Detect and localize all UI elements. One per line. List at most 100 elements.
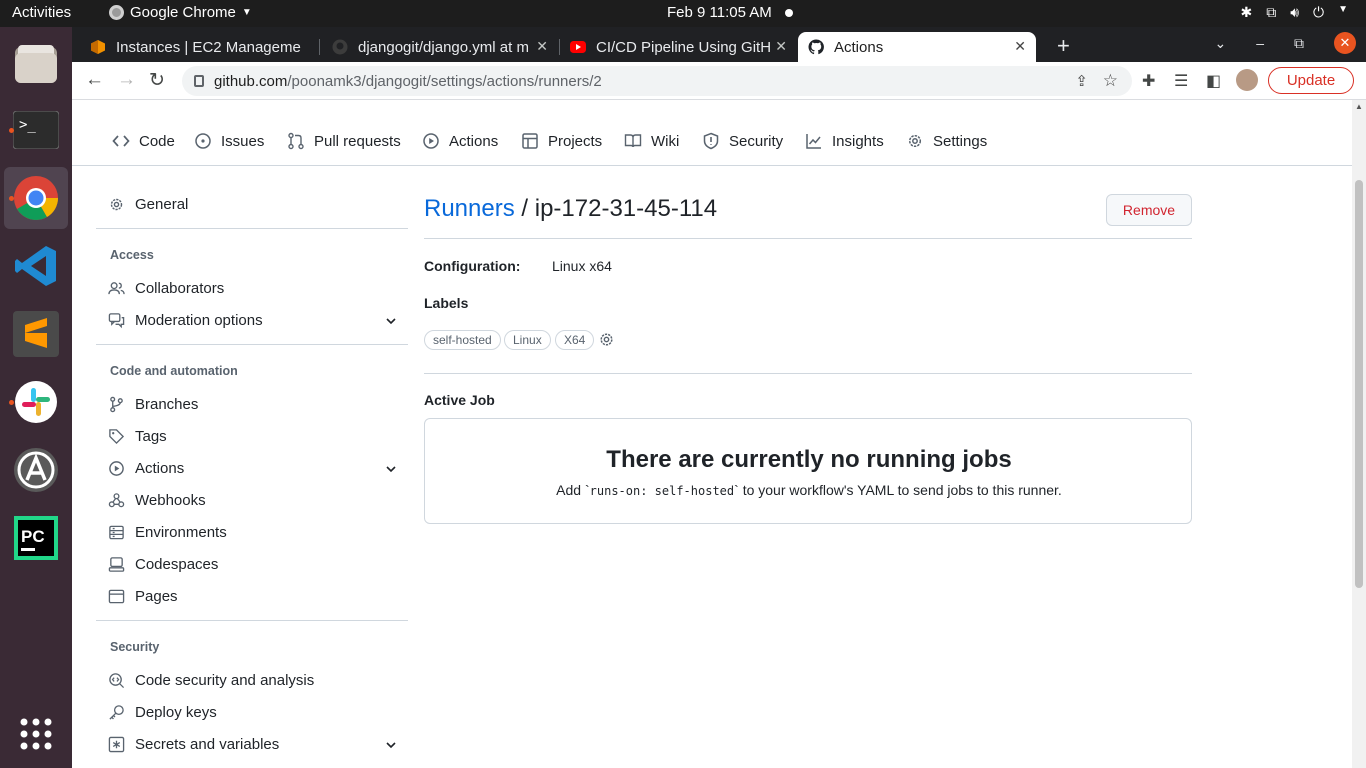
tab-code[interactable]: Code bbox=[112, 132, 175, 150]
sidebar-heading-security: Security bbox=[110, 640, 160, 654]
clock[interactable]: Feb 9 11:05 AM bbox=[667, 4, 772, 21]
profile-avatar[interactable] bbox=[1236, 69, 1258, 91]
url-path: /poonamk3/djangogit/settings/actions/run… bbox=[287, 72, 602, 90]
breadcrumb-runners[interactable]: Runners bbox=[424, 195, 515, 222]
sublime-icon bbox=[13, 311, 59, 357]
lock-icon[interactable] bbox=[194, 75, 204, 87]
sidebar-item-branches[interactable]: Branches bbox=[108, 396, 398, 413]
network-icon[interactable]: ⧉ bbox=[1266, 4, 1276, 21]
tab-security[interactable]: Security bbox=[702, 132, 783, 150]
reload-button[interactable]: ↻ bbox=[149, 69, 165, 92]
github-icon bbox=[808, 39, 824, 55]
pull-request-icon bbox=[288, 132, 304, 150]
close-tab-icon[interactable]: ✕ bbox=[536, 38, 548, 55]
update-button[interactable]: Update bbox=[1268, 67, 1354, 94]
shield-icon bbox=[703, 132, 719, 150]
sidebar-item-pages[interactable]: Pages bbox=[108, 588, 398, 605]
blankslate-title: There are currently no running jobs bbox=[606, 446, 1012, 473]
tab-label: Pull requests bbox=[314, 132, 401, 150]
media-queue-icon[interactable]: ☰ bbox=[1174, 71, 1188, 91]
sidebar-item-general[interactable]: General bbox=[108, 196, 398, 213]
tab-label: Issues bbox=[221, 132, 265, 150]
dock-ubuntu-software[interactable] bbox=[4, 439, 68, 501]
chevron-down-icon[interactable] bbox=[384, 738, 398, 752]
bookmark-star-icon[interactable]: ☆ bbox=[1103, 71, 1118, 91]
dock-show-applications[interactable] bbox=[4, 703, 68, 765]
vscode-icon bbox=[15, 246, 56, 286]
label-badge: self-hosted bbox=[424, 330, 501, 350]
sidebar-item-actions[interactable]: Actions bbox=[108, 460, 398, 477]
side-panel-icon[interactable]: ◧ bbox=[1206, 71, 1221, 91]
scroll-up-arrow-icon[interactable]: ▲ bbox=[1355, 102, 1363, 111]
label-badge: Linux bbox=[504, 330, 551, 350]
tab-issues[interactable]: Issues bbox=[194, 132, 264, 150]
tab-settings[interactable]: Settings bbox=[906, 132, 987, 150]
running-indicator bbox=[9, 128, 14, 133]
close-tab-icon[interactable]: ✕ bbox=[775, 38, 787, 55]
sidebar-item-environments[interactable]: Environments bbox=[108, 524, 398, 541]
tab-actions[interactable]: Actions ✕ bbox=[798, 32, 1036, 62]
sidebar-item-moderation-options[interactable]: Moderation options bbox=[108, 312, 398, 329]
chevron-down-icon[interactable] bbox=[384, 314, 398, 328]
sidebar-item-webhooks[interactable]: Webhooks bbox=[108, 492, 398, 509]
caret-down-icon[interactable]: ▼ bbox=[1338, 4, 1348, 21]
edit-labels-gear-icon[interactable] bbox=[598, 331, 615, 348]
scrollbar-thumb[interactable] bbox=[1355, 180, 1363, 588]
sidebar-divider bbox=[96, 620, 408, 621]
tab-django-yml[interactable]: djangogit/django.yml at m ✕ bbox=[322, 32, 558, 62]
dock-pycharm[interactable]: PC bbox=[4, 507, 68, 569]
sidebar-item-label: Branches bbox=[135, 396, 199, 413]
app-menu[interactable]: Google Chrome ▼ bbox=[109, 4, 252, 21]
dock-google-chrome[interactable] bbox=[4, 167, 68, 229]
sidebar-item-secrets-variables[interactable]: Secrets and variables bbox=[108, 736, 398, 753]
share-icon[interactable]: ⇪ bbox=[1075, 72, 1088, 90]
sidebar-item-tags[interactable]: Tags bbox=[108, 428, 398, 445]
chrome-app-icon bbox=[109, 5, 124, 20]
power-icon[interactable]: ⏻ bbox=[1313, 4, 1324, 21]
active-job-blankslate: There are currently no running jobs Add … bbox=[424, 418, 1192, 524]
dock-terminal[interactable]: >_ bbox=[4, 99, 68, 161]
activities-button[interactable]: Activities bbox=[12, 4, 71, 21]
forward-button[interactable]: → bbox=[117, 69, 136, 91]
tab-cicd-youtube[interactable]: CI/CD Pipeline Using GitH ✕ bbox=[560, 32, 797, 62]
sidebar-item-code-security[interactable]: Code security and analysis bbox=[108, 672, 398, 689]
tab-actions[interactable]: Actions bbox=[422, 132, 498, 150]
slack-tray-icon[interactable]: ✱ bbox=[1240, 4, 1252, 21]
tab-pull-requests[interactable]: Pull requests bbox=[287, 132, 401, 150]
back-button[interactable]: ← bbox=[85, 69, 104, 91]
new-tab-button[interactable]: + bbox=[1057, 33, 1070, 59]
tab-search-chevron-icon[interactable]: ⌄ bbox=[1214, 35, 1226, 52]
sidebar-item-codespaces[interactable]: Codespaces bbox=[108, 556, 398, 573]
extensions-puzzle-icon[interactable]: ✚ bbox=[1142, 71, 1155, 91]
maximize-button[interactable]: ⧉ bbox=[1294, 35, 1304, 52]
dock-vscode[interactable] bbox=[4, 235, 68, 297]
webhook-icon bbox=[108, 493, 125, 508]
sidebar-item-collaborators[interactable]: Collaborators bbox=[108, 280, 398, 297]
gear-icon bbox=[110, 198, 123, 211]
terminal-icon: >_ bbox=[13, 111, 59, 149]
configuration-value: Linux x64 bbox=[552, 258, 612, 274]
tab-wiki[interactable]: Wiki bbox=[624, 132, 679, 150]
volume-icon[interactable]: 🔊︎ bbox=[1290, 4, 1299, 21]
chevron-down-icon[interactable] bbox=[384, 462, 398, 476]
page-scrollbar[interactable]: ▲ bbox=[1352, 100, 1366, 768]
dock-slack[interactable] bbox=[4, 371, 68, 433]
sidebar-item-deploy-keys[interactable]: Deploy keys bbox=[108, 704, 398, 721]
labels-heading: Labels bbox=[424, 295, 469, 311]
tab-insights[interactable]: Insights bbox=[805, 132, 884, 150]
sidebar-item-label: Environments bbox=[135, 524, 227, 541]
dock-files[interactable] bbox=[4, 33, 68, 95]
dock-sublime-text[interactable] bbox=[4, 303, 68, 365]
minimize-button[interactable]: – bbox=[1256, 35, 1264, 51]
close-window-button[interactable]: ✕ bbox=[1334, 32, 1356, 54]
more-menu-icon[interactable]: ⋮ bbox=[1359, 70, 1366, 90]
address-bar[interactable]: github.com /poonamk3/djangogit/settings/… bbox=[182, 66, 1132, 96]
table-icon bbox=[522, 133, 538, 149]
window-controls: ⌄ – ⧉ ✕ bbox=[1214, 32, 1356, 54]
system-tray[interactable]: ✱ ⧉ 🔊︎ ⏻ ▼ bbox=[1240, 4, 1348, 21]
tab-title: Instances | EC2 Manageme bbox=[116, 38, 301, 56]
tab-ec2-instances[interactable]: Instances | EC2 Manageme bbox=[80, 32, 320, 62]
tab-projects[interactable]: Projects bbox=[521, 132, 602, 150]
remove-runner-button[interactable]: Remove bbox=[1106, 194, 1192, 226]
close-tab-icon[interactable]: ✕ bbox=[1014, 38, 1026, 55]
